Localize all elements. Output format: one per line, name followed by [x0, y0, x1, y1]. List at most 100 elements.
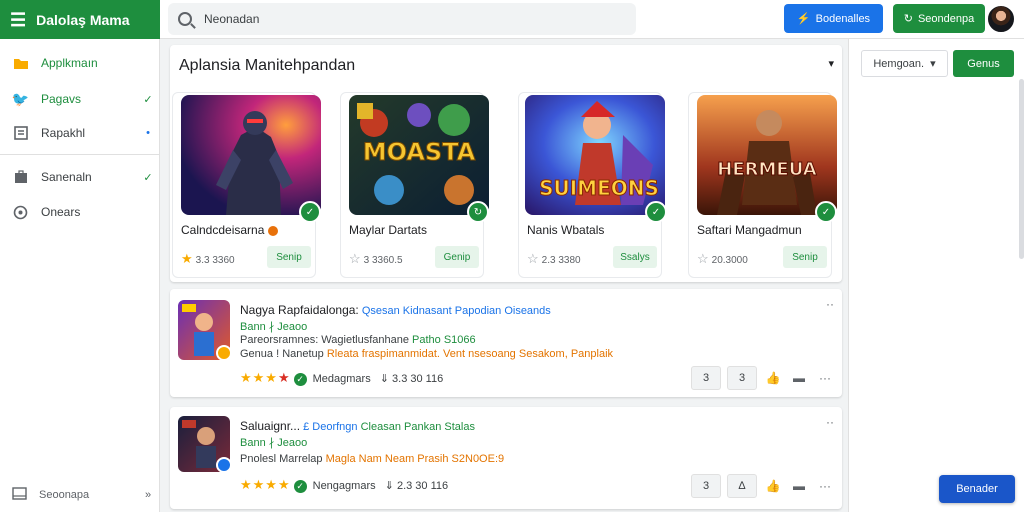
game-logo: HERMEUA: [717, 159, 816, 180]
rating-stars-icon: ★★★★: [240, 370, 291, 385]
comment-icon[interactable]: ▬: [789, 479, 809, 493]
star-icon: ☆: [697, 251, 709, 266]
action-button[interactable]: 3: [727, 366, 757, 390]
thumbs-up-icon[interactable]: 👍: [763, 371, 783, 385]
desc-highlight: Magla Nam Neam Prasih S2N0OE:9: [325, 453, 505, 465]
report-icon: [12, 125, 29, 142]
avatar[interactable]: [986, 4, 1016, 34]
sidebar-footer-label: Seoonapa: [39, 489, 90, 501]
rating-stars-icon: ★★★★: [240, 477, 291, 492]
right-panel: Hemgoan. ▾ Genus Benader: [848, 39, 1024, 512]
sidebar-item-label: Rapakhl: [41, 126, 86, 140]
list-item[interactable]: Nagya Rapfaidalonga: Qsesan Kidnasant Pa…: [170, 289, 842, 397]
folder-icon: [12, 55, 29, 72]
verified-icon: ✓: [293, 479, 307, 493]
star-icon: ★: [181, 251, 193, 266]
menu-icon[interactable]: ☰: [10, 11, 26, 29]
card-rating: ☆ 20.3000: [697, 251, 748, 267]
app-title: Dalolaş Mama: [36, 11, 130, 28]
cta-button[interactable]: Benader: [939, 475, 1015, 503]
action-button[interactable]: ∆: [727, 474, 757, 498]
item-desc: Pareorsramnes: Wagietlusfanhane Patho S1…: [240, 334, 476, 346]
install-button[interactable]: Ssalys: [613, 246, 657, 268]
item-actions: 3 ∆ 👍 ▬ ···: [691, 474, 835, 498]
action-button[interactable]: 3: [691, 366, 721, 390]
rating-label: Medagmars: [312, 373, 371, 385]
primary-button-label: Bodenalles: [815, 12, 871, 25]
download-icon: ⇓: [384, 480, 394, 492]
card-rating: ☆ 2.3 3380: [527, 251, 581, 267]
sidebar-item-apps[interactable]: Applkmaın: [0, 46, 160, 80]
panel-title: Aplansia Manitehpandan: [179, 57, 356, 74]
item-link[interactable]: £ Deorfngn: [303, 421, 357, 433]
card-title: Nanis Wbatals: [527, 223, 605, 237]
comment-icon[interactable]: ▬: [789, 371, 809, 385]
desc-prefix: Pnolesl Marrelap: [240, 453, 323, 465]
check-icon: ✓: [143, 93, 153, 106]
sidebar-item-label: Sanenaln: [41, 170, 92, 184]
sidebar-item-pages[interactable]: 🐦 Pagavs ✓: [0, 82, 160, 116]
search-input[interactable]: Neonadan: [168, 3, 636, 35]
item-title: Saluaignr...: [240, 419, 301, 433]
search-value: Neonadan: [204, 12, 260, 26]
sidebar-item-label: Applkmaın: [41, 56, 98, 70]
status-badge: ✓: [299, 201, 321, 223]
chevron-down-icon[interactable]: ▾: [828, 57, 834, 70]
desc-prefix: Pareorsramnes: Wagietlusfanhane: [240, 334, 409, 346]
rating-label: Nengagmars: [312, 480, 376, 492]
bolt-icon: ⚡: [796, 13, 811, 25]
sidebar-item-reports[interactable]: Rapakhl •: [0, 116, 160, 150]
item-desc: Pnolesl Marrelap Magla Nam Neam Prasih S…: [240, 453, 504, 465]
game-art-image: HERMEUA: [697, 95, 837, 215]
sidebar: Applkmaın 🐦 Pagavs ✓ Rapakhl • Sanenaln …: [0, 39, 160, 512]
sidebar-footer[interactable]: Seoonapa »: [0, 478, 160, 512]
game-art-image: SUIMEONS: [525, 95, 665, 215]
card-rating: ★ 3.3 3360: [181, 251, 235, 267]
card-rating: ☆ 3 3360.5: [349, 251, 403, 267]
primary-button[interactable]: ⚡ Bodenalles: [784, 4, 883, 33]
card-title: Saftari Mangadmun: [697, 223, 802, 237]
card-title: Calndcdeisarna: [181, 223, 278, 237]
box-icon: [12, 487, 27, 503]
action-button[interactable]: 3: [691, 474, 721, 498]
game-art-image: MOASTA: [349, 95, 489, 215]
star-icon: ☆: [349, 251, 361, 266]
more-horizontal-icon[interactable]: ···: [815, 479, 835, 493]
desc-highlight: Rleata fraspimanmidat. Vent nsesoang Ses…: [326, 348, 614, 360]
game-logo: MOASTA: [363, 138, 476, 166]
item-title: Nagya Rapfaidalonga:: [240, 303, 359, 317]
status-badge: ↻: [467, 201, 489, 223]
install-button[interactable]: Senip: [783, 246, 827, 268]
item-stats: 2.3 30 116: [396, 480, 449, 492]
apply-button[interactable]: Genus: [953, 50, 1014, 77]
more-icon[interactable]: ··: [826, 415, 834, 429]
game-card[interactable]: ✓ Calndcdeisarna ★ 3.3 3360 Senip: [172, 92, 321, 278]
desc-prefix: Genua ! Nanetup: [240, 348, 324, 360]
secondary-button[interactable]: ↻ Seondenpa: [893, 4, 985, 33]
verified-icon: ✓: [293, 372, 307, 386]
more-horizontal-icon[interactable]: ···: [815, 371, 835, 385]
item-tag: Cleasan Pankan Stalas: [360, 421, 475, 433]
favorite-badge-icon: [216, 345, 232, 361]
game-card[interactable]: SUIMEONS ✓ Nanis Wbatals ☆ 2.3 3380 Ssaly…: [518, 92, 667, 278]
sidebar-item-others[interactable]: Onears: [0, 195, 160, 229]
more-icon[interactable]: ··: [826, 297, 834, 311]
game-card[interactable]: HERMEUA ✓ Saftari Mangadmun ☆ 20.3000 Sen…: [688, 92, 837, 278]
thumbs-up-icon[interactable]: 👍: [763, 479, 783, 493]
secondary-button-label: Seondenpa: [917, 12, 975, 25]
hot-icon: [267, 225, 278, 236]
scrollbar[interactable]: [1019, 79, 1024, 259]
sidebar-item-sales[interactable]: Sanenaln ✓: [0, 160, 160, 194]
install-button[interactable]: Genip: [435, 246, 479, 268]
install-button[interactable]: Senip: [267, 246, 311, 268]
chevron-right-icon[interactable]: »: [136, 489, 160, 501]
item-rating-line: ★★★★ ✓ Medagmars ⇓ 3.3 30 116: [240, 370, 443, 386]
top-bar: Neonadan ⚡ Bodenalles ↻ Seondenpa: [160, 0, 1024, 39]
search-icon: [178, 12, 192, 26]
filter-select-value: Hemgoan.: [873, 57, 925, 70]
list-item[interactable]: Saluaignr... £ Deorfngn Cleasan Pankan S…: [170, 407, 842, 509]
rating-text: 2.3 3380: [541, 255, 581, 266]
filter-select[interactable]: Hemgoan. ▾: [861, 50, 948, 77]
game-card[interactable]: MOASTA ↻ Maylar Dartats ☆ 3 3360.5 Genip: [340, 92, 489, 278]
item-link[interactable]: Qsesan Kidnasant Papodian Oiseands: [362, 305, 551, 317]
